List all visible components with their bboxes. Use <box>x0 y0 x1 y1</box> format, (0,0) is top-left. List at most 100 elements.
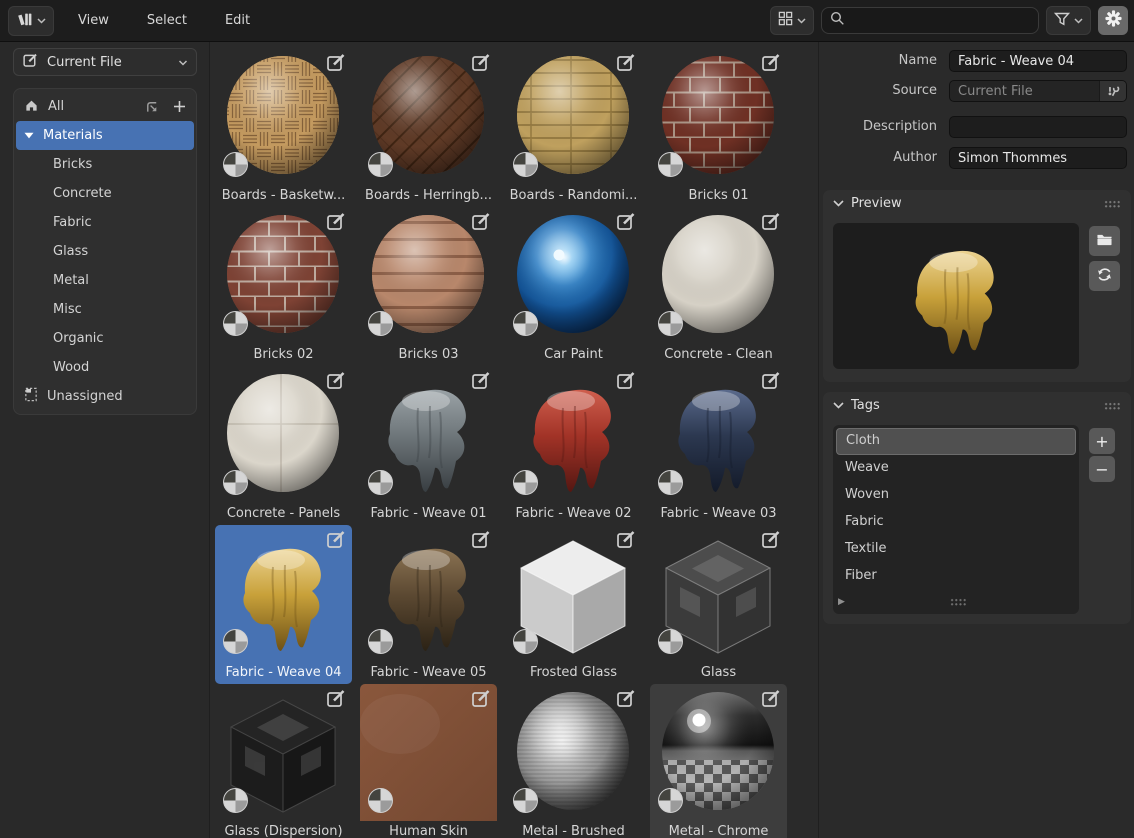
material-type-icon <box>658 470 683 495</box>
filter-button[interactable] <box>1046 6 1091 35</box>
name-input[interactable] <box>950 54 1126 69</box>
asset-grid-region: Boards - Basketw...Boards - Herringb...B… <box>210 42 818 838</box>
tag-item-textile[interactable]: Textile <box>836 536 1076 563</box>
asset-tile-human-skin[interactable]: Human Skin <box>360 684 497 838</box>
minus-icon: − <box>1095 460 1108 479</box>
description-input[interactable] <box>950 120 1126 135</box>
catalog-item-materials[interactable]: Materials <box>16 121 194 150</box>
tag-list-expand-icon[interactable]: ▶ <box>833 597 845 607</box>
catalog-item-unassigned[interactable]: Unassigned <box>16 382 194 411</box>
catalog-item-glass[interactable]: Glass <box>16 237 194 266</box>
chevron-down-icon <box>797 13 806 28</box>
panel-drag-grip[interactable] <box>1104 200 1121 208</box>
catalog-item-all[interactable]: All <box>16 92 194 121</box>
refresh-icon <box>1096 266 1113 287</box>
panel-expand-icon[interactable] <box>833 196 844 211</box>
asset-tile-boards-herringb[interactable]: Boards - Herringb... <box>360 48 497 207</box>
filter-funnel-icon <box>1054 12 1070 30</box>
material-type-icon <box>368 629 393 654</box>
asset-name: Fabric - Weave 01 <box>360 503 497 525</box>
catalog-item-misc[interactable]: Misc <box>16 295 194 324</box>
catalog-item-organic[interactable]: Organic <box>16 324 194 353</box>
author-field[interactable] <box>949 147 1127 169</box>
asset-tile-concrete-panels[interactable]: Concrete - Panels <box>215 366 352 525</box>
settings-toggle-button[interactable] <box>1098 6 1128 35</box>
tag-list-resize-grip[interactable] <box>950 598 967 606</box>
menu-select[interactable]: Select <box>141 10 193 31</box>
display-mode-button[interactable] <box>770 6 814 35</box>
catalog-item-concrete[interactable]: Concrete <box>16 179 194 208</box>
description-field[interactable] <box>949 116 1127 138</box>
asset-tile-fabric-weave-04[interactable]: Fabric - Weave 04 <box>215 525 352 684</box>
material-type-icon <box>368 152 393 177</box>
catalog-item-wood[interactable]: Wood <box>16 353 194 382</box>
tool-settings-button[interactable] <box>1099 81 1126 101</box>
catalog-item-metal[interactable]: Metal <box>16 266 194 295</box>
catalog-item-fabric[interactable]: Fabric <box>16 208 194 237</box>
name-field[interactable] <box>949 50 1127 72</box>
asset-tile-concrete-clean[interactable]: Concrete - Clean <box>650 207 787 366</box>
refresh-preview-button[interactable] <box>1089 261 1120 291</box>
asset-name: Bricks 01 <box>650 185 787 207</box>
asset-tile-bricks-01[interactable]: Bricks 01 <box>650 48 787 207</box>
editable-asset-icon <box>760 529 782 551</box>
new-catalog-icon[interactable] <box>144 99 160 114</box>
asset-tile-fabric-weave-01[interactable]: Fabric - Weave 01 <box>360 366 497 525</box>
asset-tile-fabric-weave-02[interactable]: Fabric - Weave 02 <box>505 366 642 525</box>
asset-tile-bricks-02[interactable]: Bricks 02 <box>215 207 352 366</box>
thumbnail-grid-icon <box>778 11 793 30</box>
asset-tile-frosted-glass[interactable]: Frosted Glass <box>505 525 642 684</box>
asset-name: Fabric - Weave 03 <box>650 503 787 525</box>
editable-asset-icon <box>760 370 782 392</box>
editable-asset-icon <box>470 529 492 551</box>
menu-view[interactable]: View <box>72 10 115 31</box>
asset-name: Human Skin <box>360 821 497 838</box>
gear-icon <box>1105 10 1122 31</box>
asset-tile-metal-chrome[interactable]: Metal - Chrome <box>650 684 787 838</box>
asset-tile-fabric-weave-03[interactable]: Fabric - Weave 03 <box>650 366 787 525</box>
menu-edit[interactable]: Edit <box>219 10 256 31</box>
remove-tag-button[interactable]: − <box>1089 456 1115 482</box>
name-label: Name <box>819 50 937 72</box>
tag-item-fiber[interactable]: Fiber <box>836 563 1076 590</box>
tag-item-woven[interactable]: Woven <box>836 482 1076 509</box>
asset-source-value: Current File <box>47 55 122 70</box>
editable-asset-icon <box>470 211 492 233</box>
asset-name: Glass (Dispersion) <box>215 821 352 838</box>
asset-tile-boards-randomi[interactable]: Boards - Randomi... <box>505 48 642 207</box>
catalog-tree: All Materials BricksConcreteFabricGlass Met… <box>13 88 197 415</box>
material-type-icon <box>368 470 393 495</box>
asset-tile-fabric-weave-05[interactable]: Fabric - Weave 05 <box>360 525 497 684</box>
tag-item-cloth[interactable]: Cloth <box>836 428 1076 455</box>
material-type-icon <box>513 470 538 495</box>
editable-asset-icon <box>615 52 637 74</box>
editable-asset-icon <box>615 688 637 710</box>
editor-header: View Select Edit <box>0 0 1134 42</box>
asset-source-select[interactable]: Current File <box>13 48 197 76</box>
asset-tile-boards-basketw[interactable]: Boards - Basketw... <box>215 48 352 207</box>
search-field[interactable] <box>821 7 1039 34</box>
search-input[interactable] <box>851 12 1030 29</box>
panel-drag-grip[interactable] <box>1104 402 1121 410</box>
asset-tile-car-paint[interactable]: Car Paint <box>505 207 642 366</box>
catalog-label: Metal <box>53 273 89 288</box>
load-custom-preview-button[interactable] <box>1089 226 1120 256</box>
add-tag-button[interactable]: + <box>1089 428 1115 454</box>
chevron-down-icon <box>37 13 46 28</box>
editor-type-selector[interactable] <box>8 6 54 36</box>
asset-tile-glass-dispersion[interactable]: Glass (Dispersion) <box>215 684 352 838</box>
asset-tile-bricks-03[interactable]: Bricks 03 <box>360 207 497 366</box>
editable-asset-icon <box>615 211 637 233</box>
catalog-label: Materials <box>43 128 103 143</box>
source-value: Current File <box>950 84 1099 99</box>
asset-tile-glass[interactable]: Glass <box>650 525 787 684</box>
tag-item-fabric[interactable]: Fabric <box>836 509 1076 536</box>
asset-name: Frosted Glass <box>505 662 642 684</box>
panel-expand-icon[interactable] <box>833 398 844 413</box>
author-input[interactable] <box>950 151 1126 166</box>
asset-tile-metal-brushed[interactable]: Metal - Brushed <box>505 684 642 838</box>
add-catalog-plus-icon[interactable] <box>173 100 186 113</box>
asset-name: Bricks 03 <box>360 344 497 366</box>
catalog-item-bricks[interactable]: Bricks <box>16 150 194 179</box>
tag-item-weave[interactable]: Weave <box>836 455 1076 482</box>
